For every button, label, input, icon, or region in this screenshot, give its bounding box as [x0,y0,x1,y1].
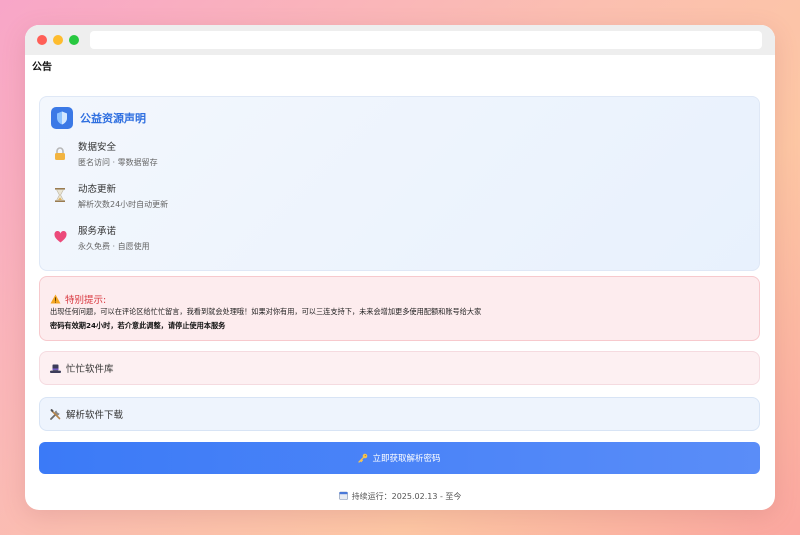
tools-icon [50,405,61,424]
browser-window: 公告 公益资源声明 数据安全 匿名访问 · 零数据留存 动态更新 解析次数24小… [25,25,775,510]
page-title: 公告 [32,62,52,73]
minimize-window-button[interactable] [53,35,63,45]
hourglass-icon [52,187,68,203]
warning-icon [50,289,61,308]
uptime-label: 持续运行： [351,492,392,501]
get-password-button[interactable]: 立即获取解析密码 [39,442,760,474]
shield-icon [51,107,73,129]
uptime-date: 2025.02.13 - 至今 [391,492,462,501]
statement-title: 公益资源声明 [80,112,146,125]
software-library-link[interactable]: 忙忙软件库 [39,351,760,385]
password-validity-text: 密码有效期24小时，若介意此调整，请停止使用本服务 [50,321,226,330]
title-bar [25,25,775,55]
address-bar[interactable] [90,31,762,49]
lock-icon [52,145,68,161]
feature-name: 数据安全 [78,142,117,153]
uptime-footer: 持续运行： 2025.02.13 - 至今 [25,491,775,502]
feature-desc: 永久免费 · 自愿使用 [78,242,150,251]
feature-data-security: 数据安全 匿名访问 · 零数据留存 [52,141,158,170]
feature-name: 动态更新 [78,184,117,195]
software-download-label: 解析软件下载 [66,410,124,421]
feature-desc: 匿名访问 · 零数据留存 [78,158,158,167]
get-password-label: 立即获取解析密码 [372,453,441,463]
resource-statement-card: 公益资源声明 数据安全 匿名访问 · 零数据留存 动态更新 解析次数24小时自动… [39,96,760,271]
statement-header: 公益资源声明 [51,107,146,129]
feature-dynamic-update: 动态更新 解析次数24小时自动更新 [52,183,168,212]
calendar-icon [338,491,348,502]
software-download-link[interactable]: 解析软件下载 [39,397,760,431]
special-notice-title: 特别提示: [65,294,107,306]
software-library-label: 忙忙软件库 [66,364,114,375]
key-icon [358,451,368,466]
close-window-button[interactable] [37,35,47,45]
feature-service-promise: 服务承诺 永久免费 · 自愿使用 [52,225,150,254]
heart-icon [52,229,68,245]
maximize-window-button[interactable] [69,35,79,45]
feature-desc: 解析次数24小时自动更新 [78,200,169,209]
special-notice-text: 出现任何问题，可以在评论区给忙忙留言，我看到就会处理哦！如果对你有用，可以三连支… [50,307,482,316]
feature-name: 服务承诺 [78,226,117,237]
special-notice-header: 特别提示: [50,289,106,308]
special-notice-card: 特别提示: 出现任何问题，可以在评论区给忙忙留言，我看到就会处理哦！如果对你有用… [39,276,760,341]
hat-icon [50,359,61,378]
